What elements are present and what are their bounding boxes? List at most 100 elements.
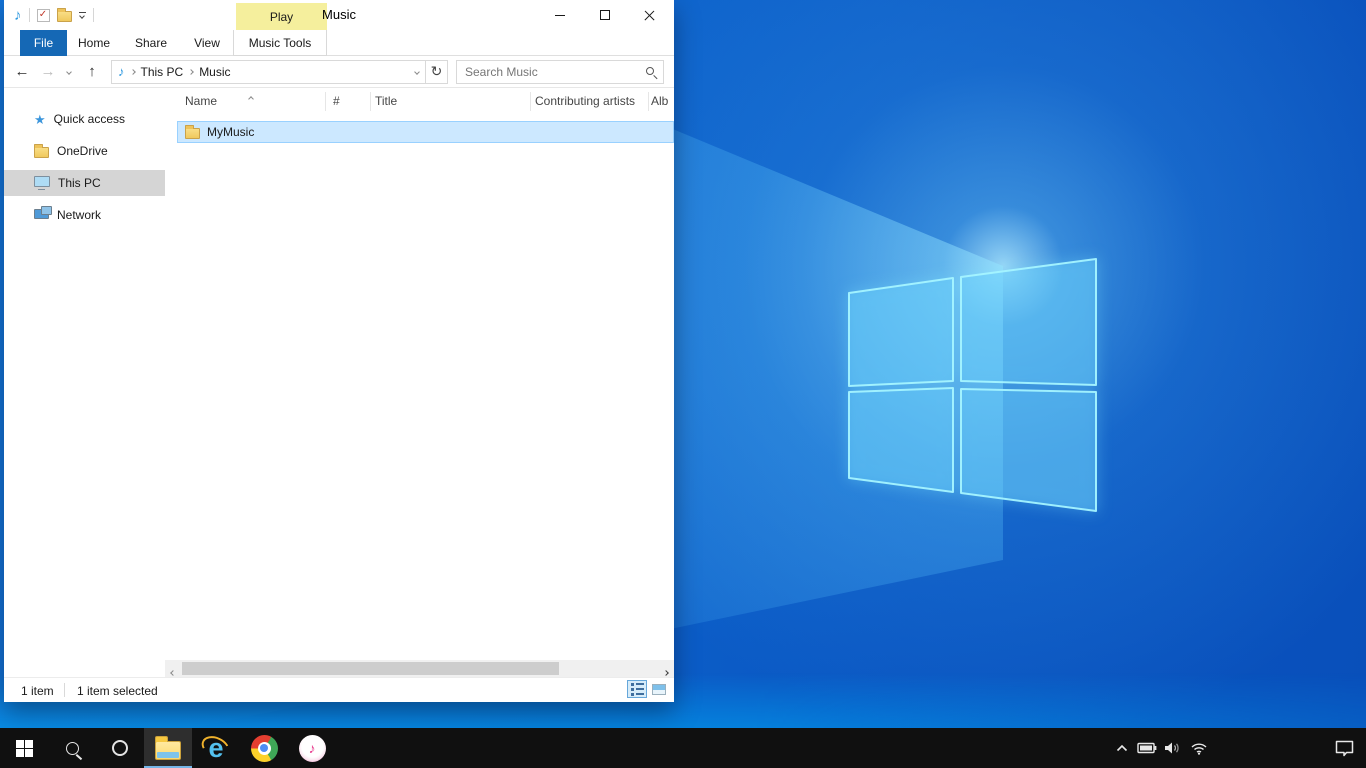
network-icon [34, 209, 49, 219]
start-button[interactable] [0, 728, 48, 768]
column-header-title[interactable]: Title [375, 94, 397, 108]
location-music-note-icon: ♪ [118, 65, 125, 78]
action-center-button[interactable] [1322, 728, 1366, 768]
sidebar-item-network[interactable]: Network [4, 202, 165, 228]
search-icon[interactable] [646, 67, 654, 75]
check-glyph: ✓ [39, 10, 47, 20]
back-button[interactable]: ← [7, 60, 37, 84]
system-tray [1110, 728, 1366, 768]
horizontal-scrollbar[interactable] [165, 660, 674, 677]
speaker-icon [1164, 741, 1182, 755]
maximize-button[interactable] [582, 0, 627, 30]
column-divider[interactable] [370, 92, 371, 111]
search-icon [66, 742, 79, 755]
tab-file[interactable]: File [20, 30, 67, 56]
search-input[interactable] [465, 65, 639, 79]
folder-icon [185, 128, 200, 139]
maximize-icon [600, 10, 610, 20]
column-header-contributing-artists[interactable]: Contributing artists [535, 94, 635, 108]
sort-ascending-icon [249, 90, 253, 104]
refresh-icon: ↻ [431, 63, 443, 80]
this-pc-monitor-icon [34, 176, 50, 187]
window-music-note-icon: ♪ [14, 8, 22, 23]
up-button[interactable]: ↑ [79, 60, 105, 84]
close-button[interactable] [627, 0, 672, 30]
volume-button[interactable] [1160, 728, 1186, 768]
breadcrumb-chevron-icon[interactable] [188, 69, 194, 75]
tab-view[interactable]: View [188, 30, 226, 56]
sidebar-item-quick-access[interactable]: ★ Quick access [4, 106, 165, 132]
thumbnail-view-icon [652, 684, 666, 695]
play-tab-label: Play [270, 10, 293, 24]
sidebar-item-label: Network [57, 208, 101, 222]
caption-buttons [537, 0, 672, 30]
new-folder-icon[interactable] [57, 11, 72, 22]
refresh-button[interactable]: ↻ [426, 60, 448, 84]
breadcrumb-this-pc[interactable]: This PC [141, 65, 184, 79]
tab-share[interactable]: Share [130, 30, 172, 56]
breadcrumb-music[interactable]: Music [199, 65, 230, 79]
title-bar[interactable]: ♪ ✓ Play Music [4, 0, 674, 30]
taskbar-search-button[interactable] [48, 728, 96, 768]
toolbar-separator [93, 8, 94, 22]
hidden-icons-button[interactable] [1110, 728, 1134, 768]
status-separator [64, 683, 65, 697]
chevron-down-icon [66, 69, 72, 75]
taskbar-itunes-button[interactable]: ♪ [288, 728, 336, 768]
battery-icon [1137, 742, 1157, 754]
chevron-up-icon [1116, 744, 1128, 752]
column-divider[interactable] [530, 92, 531, 111]
cortana-button[interactable] [96, 728, 144, 768]
breadcrumb-chevron-icon[interactable] [130, 69, 136, 75]
taskbar-chrome-button[interactable] [240, 728, 288, 768]
recent-locations-button[interactable] [59, 60, 79, 84]
sidebar-item-label: Quick access [54, 112, 125, 126]
details-view-button[interactable] [627, 680, 647, 698]
ie-orbit-ring [198, 732, 233, 762]
tab-home[interactable]: Home [74, 30, 114, 56]
sidebar-item-this-pc[interactable]: This PC [4, 170, 165, 196]
file-row-mymusic[interactable]: MyMusic [177, 121, 674, 143]
file-list: Name # Title Contributing artists Alb My… [165, 88, 674, 660]
customize-toolbar-button[interactable] [79, 12, 86, 19]
sidebar-item-label: OneDrive [57, 144, 108, 158]
back-icon: ← [15, 64, 30, 79]
navigation-pane: ★ Quick access OneDrive This PC Network [4, 88, 165, 677]
item-count: 1 item [21, 684, 54, 698]
taskbar-internet-explorer-button[interactable]: e [192, 728, 240, 768]
minimize-button[interactable] [537, 0, 582, 30]
scrollbar-thumb[interactable] [182, 662, 559, 675]
battery-status-button[interactable] [1134, 728, 1160, 768]
column-divider[interactable] [325, 92, 326, 111]
address-bar[interactable]: ♪ This PC Music [111, 60, 426, 84]
windows-logo [848, 258, 1097, 512]
properties-icon[interactable]: ✓ [37, 9, 50, 22]
status-bar: 1 item 1 item selected [4, 677, 674, 702]
details-view-icon [631, 683, 644, 696]
chevron-down-icon [79, 13, 85, 19]
column-header-album[interactable]: Alb [651, 94, 668, 108]
large-icons-view-button[interactable] [649, 680, 669, 698]
forward-button[interactable]: → [37, 60, 59, 84]
quick-access-star-icon: ★ [34, 113, 46, 126]
tab-music-tools[interactable]: Music Tools [233, 30, 327, 56]
taskbar-file-explorer-button[interactable] [144, 728, 192, 768]
sidebar-item-label: This PC [58, 176, 101, 190]
search-box [456, 60, 664, 84]
scroll-left-icon[interactable] [171, 664, 175, 678]
column-divider[interactable] [648, 92, 649, 111]
scroll-right-icon[interactable] [664, 664, 668, 678]
network-button[interactable] [1186, 728, 1212, 768]
address-dropdown-chevron-icon[interactable] [414, 69, 420, 75]
column-header-name[interactable]: Name [185, 94, 217, 108]
wifi-icon [1190, 741, 1208, 755]
column-header-number[interactable]: # [333, 94, 340, 108]
toolbar-separator [29, 8, 30, 22]
sidebar-item-onedrive[interactable]: OneDrive [4, 138, 165, 164]
contextual-tab-play[interactable]: Play [236, 3, 327, 30]
close-icon [644, 10, 655, 21]
up-icon: ↑ [88, 64, 96, 79]
desktop: ♪ ✓ Play Music File H [0, 0, 1366, 768]
notification-icon [1335, 740, 1354, 757]
internet-explorer-icon: e [201, 733, 231, 763]
